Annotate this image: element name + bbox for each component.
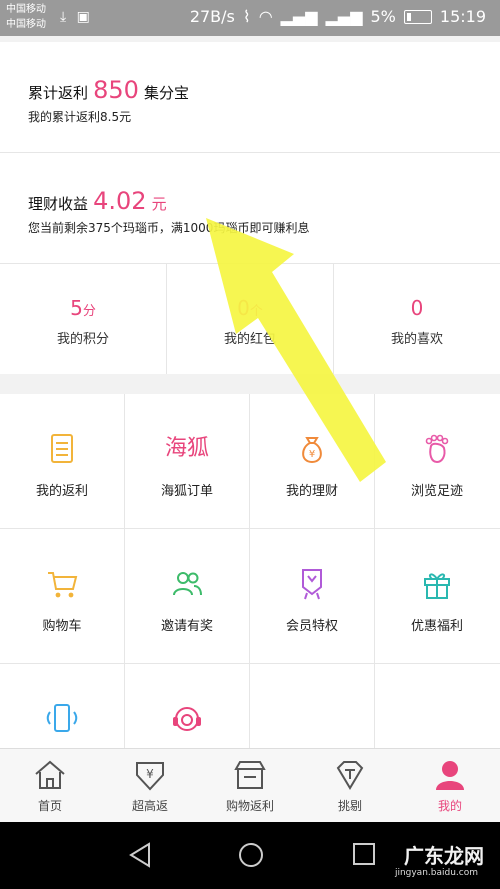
- stat-points-label: 我的积分: [56, 332, 109, 347]
- grid-my-rebate[interactable]: 我的返利: [0, 394, 124, 528]
- people-icon: [125, 567, 249, 601]
- stat-redpacket-label: 我的红包: [223, 332, 276, 347]
- vibrate-icon: ⌇: [242, 7, 251, 26]
- grid-label: 会员特权: [285, 619, 338, 634]
- finance-amount: 4.02: [93, 187, 147, 215]
- finance-unit: 元: [151, 195, 167, 213]
- grid-label: 海狐订单: [160, 484, 213, 499]
- stat-points[interactable]: 5分 我的积分: [0, 296, 166, 347]
- rebate-row: 累计返利 850 集分宝: [28, 76, 189, 104]
- nav-mine[interactable]: 我的: [400, 749, 500, 823]
- user-icon: [400, 759, 500, 793]
- stat-points-unit: 分: [82, 304, 96, 319]
- carrier-2: 中国移动: [6, 19, 46, 30]
- nav-picky[interactable]: 挑剔: [300, 749, 400, 823]
- haihu-logo-icon: 海狐: [164, 436, 209, 461]
- cart-icon: [0, 567, 124, 601]
- rebate-unit: 集分宝: [144, 84, 190, 102]
- system-nav-bar: 广东龙网 jingyan.baidu.com: [0, 822, 500, 889]
- grid-label: 我的返利: [35, 484, 88, 499]
- stat-likes[interactable]: 0 我的喜欢: [334, 296, 500, 347]
- rebate-sub: 我的累计返利8.5元: [28, 110, 132, 124]
- function-grid: 我的返利 海狐 海狐订单 ¥ 我的理财 浏览足迹 购物车 邀请有奖 会员特权 优…: [0, 394, 500, 748]
- download-icon: ⤓: [60, 9, 67, 25]
- notification-icons: ⤓ ▣: [60, 9, 90, 25]
- finance-sub: 您当前剩余375个玛瑙币，满1000玛瑙币即可赚利息: [28, 221, 310, 235]
- stat-points-value: 5: [70, 296, 83, 320]
- nav-label: 挑剔: [337, 799, 362, 813]
- divider: [124, 394, 125, 748]
- rebate-card[interactable]: 累计返利 850 集分宝 我的累计返利8.5元: [0, 42, 500, 152]
- grid-label: 我的理财: [285, 484, 338, 499]
- nav-label: 购物返利: [225, 799, 274, 813]
- grid-invite[interactable]: 邀请有奖: [125, 529, 249, 663]
- phone-icon: [0, 702, 124, 736]
- home-button-icon[interactable]: [238, 842, 264, 868]
- finance-card[interactable]: 理财收益 4.02 元 您当前剩余375个玛瑙币，满1000玛瑙币即可赚利息: [0, 153, 500, 263]
- footprint-icon: [375, 432, 499, 466]
- divider: [0, 663, 500, 664]
- finance-row: 理财收益 4.02 元: [28, 187, 167, 215]
- bottom-nav: 首页 ¥ 超高返 购物返利 挑剔 我的: [0, 748, 500, 823]
- stats-row: 5分 我的积分 0个 我的红包 0 我的喜欢: [0, 264, 500, 374]
- grid-cart[interactable]: 购物车: [0, 529, 124, 663]
- document-icon: [0, 432, 124, 466]
- nav-high-rebate[interactable]: ¥ 超高返: [100, 749, 200, 823]
- grid-label: 邀请有奖: [160, 619, 213, 634]
- back-icon[interactable]: [128, 842, 152, 868]
- battery-icon: [403, 9, 432, 24]
- divider: [0, 528, 500, 529]
- signal-icon: ▂▄▆: [280, 7, 318, 26]
- status-bar: 中国移动 中国移动 ⤓ ▣ 27B/s ⌇ ◠ ▂▄▆ ▂▄▆ 5% 15:19: [0, 0, 500, 36]
- headset-icon: [125, 702, 249, 736]
- grid-my-finance[interactable]: ¥ 我的理财: [250, 394, 374, 528]
- battery-percent: 5%: [370, 7, 396, 26]
- yen-arrow-icon: ¥: [100, 759, 200, 793]
- grid-footprint[interactable]: 浏览足迹: [375, 394, 499, 528]
- nav-shopping-rebate[interactable]: 购物返利: [200, 749, 300, 823]
- grid-label: 购物车: [42, 619, 82, 634]
- diamond-icon: [300, 759, 400, 793]
- signal-2-icon: ▂▄▆: [325, 7, 363, 26]
- finance-label: 理财收益: [28, 195, 89, 213]
- nav-home[interactable]: 首页: [0, 749, 100, 823]
- badge-icon: [250, 567, 374, 601]
- recents-icon[interactable]: [352, 842, 376, 866]
- wifi-icon: ◠: [258, 7, 273, 26]
- svg-text:¥: ¥: [146, 767, 154, 781]
- divider: [374, 394, 375, 748]
- grid-vip[interactable]: 会员特权: [250, 529, 374, 663]
- rebate-amount: 850: [93, 76, 139, 104]
- clock: 15:19: [439, 7, 486, 26]
- stat-likes-value: 0: [410, 296, 424, 320]
- svg-text:¥: ¥: [309, 449, 315, 460]
- network-speed: 27B/s: [189, 7, 235, 26]
- money-bag-icon: ¥: [250, 432, 374, 466]
- carrier-1: 中国移动: [6, 4, 46, 15]
- stat-redpacket-unit: 个: [249, 304, 263, 319]
- grid-label: 浏览足迹: [410, 484, 463, 499]
- stat-redpacket[interactable]: 0个 我的红包: [167, 296, 333, 347]
- rebate-label: 累计返利: [28, 84, 89, 102]
- home-icon: [0, 759, 100, 793]
- image-icon: ▣: [76, 9, 90, 25]
- status-right: 27B/s ⌇ ◠ ▂▄▆ ▂▄▆ 5% 15:19: [190, 7, 486, 26]
- carrier-info: 中国移动 中国移动: [6, 2, 46, 32]
- nav-label: 首页: [37, 799, 62, 813]
- watermark-sub: jingyan.baidu.com: [394, 868, 478, 878]
- stat-redpacket-value: 0: [237, 296, 250, 320]
- gift-icon: [375, 567, 499, 601]
- grid-label: 优惠福利: [410, 619, 463, 634]
- watermark: 广东龙网: [404, 844, 484, 868]
- divider: [249, 394, 250, 748]
- grid-haihu-orders[interactable]: 海狐 海狐订单: [125, 394, 249, 528]
- grid-benefits[interactable]: 优惠福利: [375, 529, 499, 663]
- shop-icon: [200, 759, 300, 793]
- stat-likes-label: 我的喜欢: [390, 332, 443, 347]
- nav-label: 我的: [437, 799, 462, 813]
- nav-label: 超高返: [131, 799, 168, 813]
